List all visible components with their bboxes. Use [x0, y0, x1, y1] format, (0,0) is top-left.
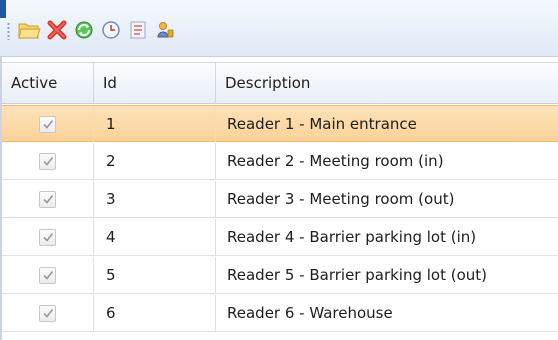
window-edge-accent: [0, 0, 6, 18]
user-key-button[interactable]: [152, 17, 178, 43]
properties-list-icon: [130, 21, 146, 39]
id-cell: 1: [94, 106, 216, 142]
toolbar-grip[interactable]: [7, 22, 10, 40]
table-row[interactable]: 5 Reader 5 - Barrier parking lot (out): [2, 257, 558, 294]
checkmark-icon: [42, 120, 53, 129]
active-checkbox[interactable]: [39, 152, 56, 170]
active-checkbox[interactable]: [39, 190, 56, 208]
active-cell: [2, 181, 94, 217]
grid-header: Active Id Description: [2, 62, 558, 104]
id-cell: 2: [94, 143, 216, 179]
active-cell: [2, 143, 94, 179]
toolbar: [0, 0, 558, 57]
id-cell: 5: [94, 257, 216, 293]
checkmark-icon: [42, 233, 53, 242]
refresh-button[interactable]: [71, 17, 97, 43]
description-cell: Reader 2 - Meeting room (in): [227, 152, 444, 170]
active-checkbox[interactable]: [39, 266, 56, 284]
history-clock-icon: [102, 21, 120, 39]
active-checkbox[interactable]: [39, 115, 56, 133]
description-cell: Reader 3 - Meeting room (out): [227, 190, 455, 208]
checkmark-icon: [42, 195, 53, 204]
column-header-id[interactable]: Id: [94, 63, 216, 104]
delete-button[interactable]: [44, 17, 70, 43]
active-checkbox[interactable]: [39, 228, 56, 246]
user-key-icon: [157, 22, 174, 38]
column-header-description[interactable]: Description: [216, 63, 558, 104]
active-checkbox[interactable]: [39, 304, 56, 322]
active-cell: [2, 219, 94, 255]
open-folder-icon: [18, 23, 41, 39]
active-cell: [2, 257, 94, 293]
id-cell: 3: [94, 181, 216, 217]
id-cell: 4: [94, 219, 216, 255]
active-cell: [2, 295, 94, 331]
table-row[interactable]: 6 Reader 6 - Warehouse: [2, 295, 558, 332]
table-row[interactable]: 3 Reader 3 - Meeting room (out): [2, 181, 558, 218]
description-cell: Reader 5 - Barrier parking lot (out): [227, 266, 488, 284]
table-row[interactable]: 1 Reader 1 - Main entrance: [2, 105, 558, 142]
table-row[interactable]: 2 Reader 2 - Meeting room (in): [2, 143, 558, 180]
description-cell: Reader 1 - Main entrance: [227, 115, 417, 133]
readers-grid: Active Id Description 1 Reader 1 - Main e…: [0, 57, 558, 340]
history-button[interactable]: [98, 17, 124, 43]
checkmark-icon: [42, 157, 53, 166]
checkmark-icon: [42, 271, 53, 280]
active-cell: [2, 106, 94, 142]
table-row[interactable]: 4 Reader 4 - Barrier parking lot (in): [2, 219, 558, 256]
description-cell: Reader 4 - Barrier parking lot (in): [227, 228, 477, 246]
properties-button[interactable]: [125, 17, 151, 43]
id-cell: 6: [94, 295, 216, 331]
delete-icon: [47, 20, 67, 40]
refresh-icon: [75, 21, 93, 39]
column-header-active[interactable]: Active: [2, 63, 94, 104]
description-cell: Reader 6 - Warehouse: [227, 304, 393, 322]
checkmark-icon: [42, 309, 53, 318]
open-button[interactable]: [16, 17, 42, 43]
